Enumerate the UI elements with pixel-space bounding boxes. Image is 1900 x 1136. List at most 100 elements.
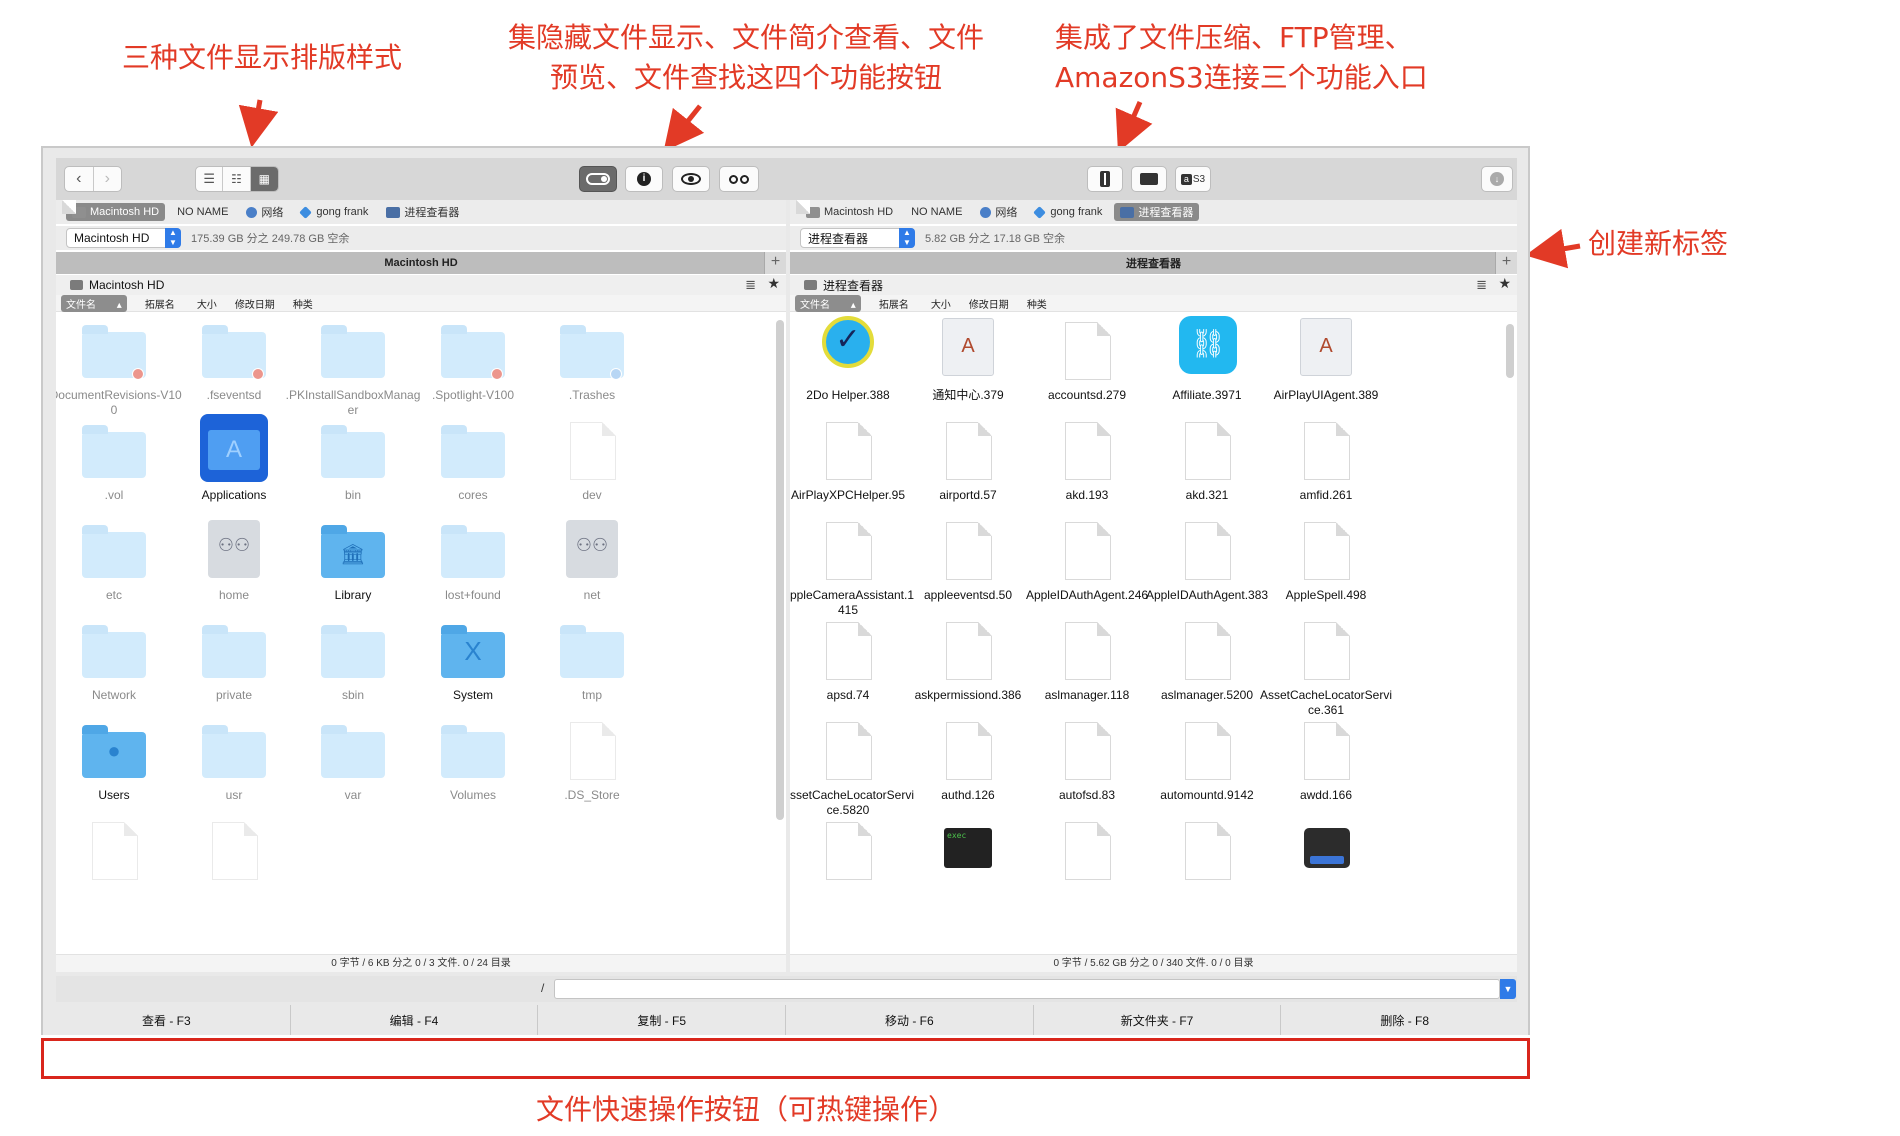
file-item[interactable]: var xyxy=(283,704,423,822)
no-access-badge-icon xyxy=(132,368,144,380)
s3-icon[interactable]: a S3 xyxy=(1175,166,1211,192)
file-name: autofsd.83 xyxy=(1058,788,1116,802)
file-name: AirPlayUIAgent.389 xyxy=(1273,388,1379,402)
device-dropbox[interactable]: gong frank xyxy=(1029,203,1108,221)
file-item[interactable] xyxy=(1256,804,1396,922)
column-date[interactable]: 修改日期 xyxy=(969,296,1009,311)
file-name: var xyxy=(344,788,362,802)
list-view-icon[interactable]: ☰ xyxy=(196,167,224,191)
new-tab-plus-icon[interactable]: + xyxy=(1495,252,1517,274)
tab-process-viewer[interactable]: 进程查看器 + xyxy=(790,252,1517,274)
column-name[interactable]: 文件名 ▴ xyxy=(61,294,127,312)
icon-view-icon[interactable]: ▦ xyxy=(250,167,278,191)
annotation-function-buttons-1: 集隐藏文件显示、文件简介查看、文件 xyxy=(508,21,985,54)
device-no-name[interactable]: NO NAME xyxy=(796,200,968,221)
file-name: net xyxy=(583,588,601,602)
view-f3-button[interactable]: 查看 - F3 xyxy=(43,1005,291,1035)
list-menu-icon[interactable]: ≣ xyxy=(745,277,756,293)
device-process-viewer[interactable]: 进程查看器 xyxy=(380,203,465,221)
annotation-integrations-1: 集成了文件压缩、FTP管理、 xyxy=(1055,21,1413,54)
column-headers: 文件名 ▴ 拓展名 大小 修改日期 种类 xyxy=(790,294,1517,312)
file-name: AppleSpell.498 xyxy=(1285,588,1367,602)
device-label: gong frank xyxy=(316,206,369,218)
document-icon xyxy=(1304,422,1350,480)
column-size[interactable]: 大小 xyxy=(197,296,217,311)
command-input[interactable] xyxy=(554,979,1500,999)
file-item[interactable]: .DS_Store xyxy=(522,704,662,822)
folder-icon xyxy=(82,625,146,678)
folder-icon xyxy=(202,625,266,678)
device-bar: Macintosh HD NO NAME 网络 gong frank 进程查看器 xyxy=(56,200,786,224)
scrollbar[interactable] xyxy=(776,320,784,820)
monitor-icon xyxy=(1120,206,1135,218)
move-f6-button[interactable]: 移动 - F6 xyxy=(786,1005,1034,1035)
right-pane: Macintosh HD NO NAME 网络 gong frank 进程查看器… xyxy=(790,200,1517,972)
column-name[interactable]: 文件名 ▴ xyxy=(795,294,861,312)
ftp-icon[interactable] xyxy=(1131,166,1167,192)
chevron-updown-icon: ▲ ▼ xyxy=(165,228,181,248)
copy-f5-button[interactable]: 复制 - F5 xyxy=(538,1005,787,1035)
status-bar: 0 字节 / 5.62 GB 分之 0 / 340 文件. 0 / 0 目录 xyxy=(790,954,1517,972)
column-label: 文件名 xyxy=(800,299,830,311)
chevron-right-icon[interactable]: › xyxy=(94,167,122,191)
file-name: accountsd.279 xyxy=(1047,388,1127,402)
device-network[interactable]: 网络 xyxy=(240,203,289,221)
chevron-left-icon[interactable]: ‹ xyxy=(65,167,94,191)
edit-f4-button[interactable]: 编辑 - F4 xyxy=(291,1005,539,1035)
find-binoculars-icon[interactable] xyxy=(719,166,759,192)
dropbox-icon xyxy=(1033,205,1047,219)
scrollbar[interactable] xyxy=(1506,324,1514,378)
list-menu-icon[interactable]: ≣ xyxy=(1476,277,1487,293)
file-item[interactable] xyxy=(164,804,304,922)
new-folder-f7-button[interactable]: 新文件夹 - F7 xyxy=(1034,1005,1282,1035)
file-manager-window: ‹ › ☰ ☷ ▦ i a S3 ↓ Macintosh HD NO NAME … xyxy=(41,146,1530,1035)
device-macintosh-hd[interactable]: Macintosh HD xyxy=(66,203,166,221)
document-icon xyxy=(1304,522,1350,580)
star-icon[interactable]: ★ xyxy=(767,275,780,292)
folder-icon xyxy=(202,325,266,380)
document-icon xyxy=(1304,622,1350,680)
disk-icon xyxy=(62,200,76,214)
path-label: Macintosh HD xyxy=(89,278,165,292)
drive-select[interactable]: 进程查看器 ▲ ▼ xyxy=(800,228,915,248)
users-folder-icon: ● xyxy=(82,725,146,778)
file-name: awdd.166 xyxy=(1299,788,1353,802)
column-headers: 文件名 ▴ 拓展名 大小 修改日期 种类 xyxy=(56,294,786,312)
document-icon xyxy=(1065,522,1111,580)
download-icon[interactable]: ↓ xyxy=(1481,166,1513,192)
document-icon xyxy=(1185,722,1231,780)
chevron-down-icon[interactable]: ▼ xyxy=(1500,979,1516,999)
column-extension[interactable]: 拓展名 xyxy=(879,296,909,311)
document-icon xyxy=(212,822,258,880)
delete-f8-button[interactable]: 删除 - F8 xyxy=(1281,1005,1528,1035)
detail-view-icon[interactable]: ☷ xyxy=(223,167,251,191)
file-grid: .DocumentRevisions-V100 .fseventsd .PKInst… xyxy=(56,314,771,957)
column-size[interactable]: 大小 xyxy=(931,296,951,311)
tab-macintosh-hd[interactable]: Macintosh HD + xyxy=(56,252,786,274)
archive-icon[interactable] xyxy=(1087,166,1123,192)
column-kind[interactable]: 种类 xyxy=(1027,296,1047,311)
annotation-layout-styles: 三种文件显示排版样式 xyxy=(122,41,403,74)
new-tab-plus-icon[interactable]: + xyxy=(764,252,786,274)
function-key-bar: 查看 - F3 编辑 - F4 复制 - F5 移动 - F6 新文件夹 - F… xyxy=(43,1005,1528,1035)
device-process-viewer[interactable]: 进程查看器 xyxy=(1114,203,1200,221)
column-date[interactable]: 修改日期 xyxy=(235,296,275,311)
column-kind[interactable]: 种类 xyxy=(293,296,313,311)
preview-eye-icon[interactable] xyxy=(672,166,710,192)
file-name: .Trashes xyxy=(568,388,616,402)
drive-space: 5.82 GB 分之 17.18 GB 空余 xyxy=(925,233,1066,245)
device-network[interactable]: 网络 xyxy=(974,203,1023,221)
file-name: akd.193 xyxy=(1065,488,1109,502)
drive-select[interactable]: Macintosh HD ▲ ▼ xyxy=(66,228,181,248)
device-macintosh-hd[interactable]: Macintosh HD xyxy=(800,203,899,221)
hidden-files-toggle-icon[interactable] xyxy=(579,166,617,192)
star-icon[interactable]: ★ xyxy=(1498,275,1511,292)
file-item[interactable] xyxy=(1017,804,1157,922)
document-icon xyxy=(1185,822,1231,880)
device-no-name[interactable]: NO NAME xyxy=(62,200,234,221)
column-extension[interactable]: 拓展名 xyxy=(145,296,175,311)
device-dropbox[interactable]: gong frank xyxy=(295,203,374,221)
info-icon[interactable]: i xyxy=(625,166,663,192)
drive-bar: Macintosh HD ▲ ▼ 175.39 GB 分之 249.78 GB 空余 xyxy=(56,226,786,250)
command-row: / ▼ xyxy=(56,976,1517,1002)
